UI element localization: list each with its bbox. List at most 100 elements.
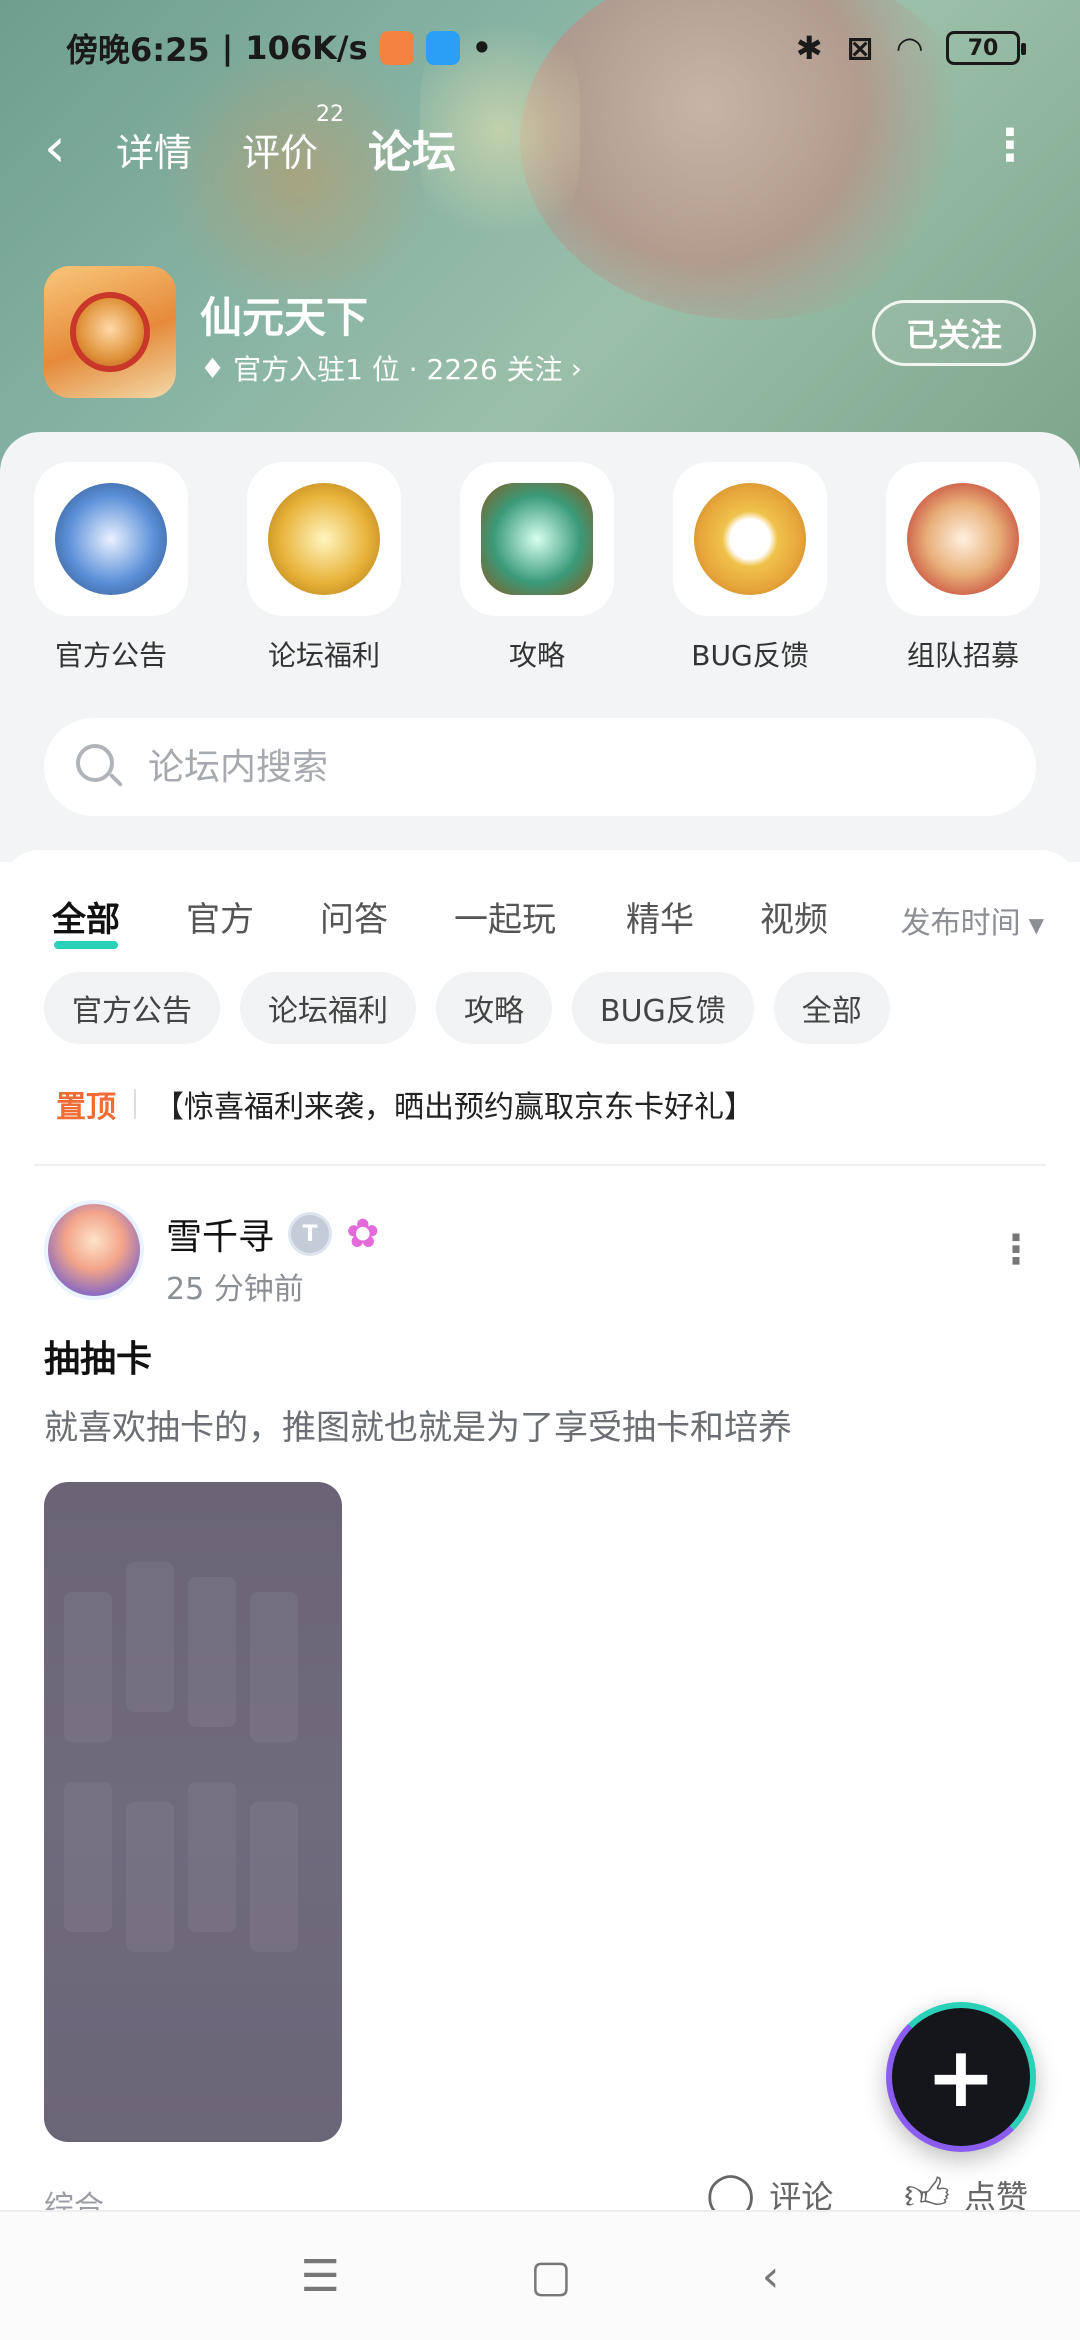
flower-badge-icon: ✿ [346,1211,380,1257]
pinned-tag: 置顶 [56,1090,116,1125]
post-more-button[interactable]: ⋮ [996,1230,1036,1270]
level-badge-icon: T [288,1212,333,1256]
status-time: 傍晚6:25 [66,31,210,69]
chip-bug-report[interactable]: BUG反馈 [572,972,754,1044]
category-tile [673,462,827,616]
system-nav-bar: ☰ ▢ ‹ [0,2210,1080,2340]
category-tile [460,462,614,616]
tab-video[interactable]: 视频 [760,892,828,941]
top-nav: ‹ 详情 评价 22 论坛 ⋮ [0,102,1080,190]
gourd-icon [907,483,1019,595]
golden-ring-icon [694,483,806,595]
category-guides[interactable]: 攻略 [452,462,622,674]
lantern-icon [481,483,593,595]
image-detail [188,1577,236,1727]
tab-details[interactable]: 详情 [116,122,192,177]
more-vertical-icon: ⋮ [996,1227,1036,1273]
image-detail [64,1592,112,1742]
game-icon[interactable] [44,266,176,398]
chip-guides[interactable]: 攻略 [436,972,552,1044]
post-title: 抽抽卡 [44,1339,153,1380]
tab-forum[interactable]: 论坛 [368,116,456,182]
game-meta[interactable]: ♦ 官方入驻1 位 · 2226 关注 › [200,348,582,388]
caret-down-icon: ▼ [1028,912,1044,937]
post-body: 就喜欢抽卡的，推图就也就是为了享受抽卡和培养 [44,1408,792,1448]
category-tile [886,462,1040,616]
category-official-notice[interactable]: 官方公告 [26,462,196,674]
image-detail [250,1802,298,1952]
dot-icon: • [471,29,493,67]
category-label: 组队招募 [906,639,1019,672]
category-tile [247,462,401,616]
chip-official-notice[interactable]: 官方公告 [44,972,220,1044]
post-image[interactable] [44,1482,342,2142]
review-count: 22 [316,102,345,127]
category-tile [34,462,188,616]
pinned-post[interactable]: 置顶 【惊喜福利来袭，晒出预约赢取京东卡好礼】 [56,1082,754,1126]
image-detail [64,1782,112,1932]
post-author[interactable]: 雪千寻 T ✿ [166,1208,380,1260]
battery-icon: 70 [946,31,1026,65]
feed-tabs: 全部 官方 问答 一起玩 精华 视频 发布时间 ▼ [0,880,1080,960]
search-bar[interactable] [44,718,1036,816]
tab-underline [54,941,118,949]
divider [34,1164,1046,1166]
tab-label: 官方 [186,900,254,940]
chip-forum-welfare[interactable]: 论坛福利 [240,972,416,1044]
tab-label: 精华 [626,900,694,940]
category-label: 攻略 [508,639,565,672]
back-icon[interactable]: ‹ [762,2251,780,2302]
post-time: 25 分钟前 [166,1272,304,1307]
money-bag-icon [268,483,380,595]
pinned-title: 【惊喜福利来袭，晒出预约赢取京东卡好礼】 [154,1090,754,1125]
image-detail [250,1592,298,1742]
create-post-button[interactable]: + [886,2002,1036,2152]
home-icon[interactable]: ▢ [530,2251,572,2302]
category-panel: 官方公告 论坛福利 攻略 BUG反馈 组队招募 [0,432,1080,862]
tab-label: 全部 [52,900,120,940]
chevron-left-icon: ‹ [44,116,66,179]
tab-qa[interactable]: 问答 [320,892,388,941]
filter-chips: 官方公告 论坛福利 攻略 BUG反馈 全部 [44,972,890,1044]
tab-reviews[interactable]: 评价 22 [242,102,344,177]
category-bug-report[interactable]: BUG反馈 [665,462,835,674]
chip-all[interactable]: 全部 [773,972,890,1044]
message-app-icon [425,31,460,65]
bluetooth-icon: ✱ [795,29,823,67]
tab-label: 一起玩 [454,900,556,940]
more-button[interactable]: ⋮ [988,124,1032,168]
search-input[interactable] [148,746,948,788]
category-label: BUG反馈 [691,639,809,672]
category-label: 论坛福利 [267,639,380,672]
username: 雪千寻 [166,1217,275,1258]
tab-label: 评价 [242,131,319,175]
separator [134,1089,136,1119]
category-forum-welfare[interactable]: 论坛福利 [239,462,409,674]
tab-label: 问答 [320,900,388,940]
game-title: 仙元天下 [200,293,369,342]
category-team-recruit[interactable]: 组队招募 [878,462,1048,674]
status-bar: 傍晚6:25 | 106K/s • ✱ ⊠ ◠ 70 [0,0,1080,96]
follow-button[interactable]: 已关注 [872,300,1036,366]
back-button[interactable]: ‹ [44,118,94,178]
category-label: 官方公告 [54,639,167,672]
chevron-right-icon: › [570,351,582,385]
tab-label: 论坛 [368,127,456,178]
image-detail [126,1562,174,1712]
avatar[interactable] [44,1200,144,1300]
tab-featured[interactable]: 精华 [626,892,694,941]
network-speed: 106K/s [245,29,368,67]
compass-icon [55,483,167,595]
game-meta-text: 官方入驻1 位 · 2226 关注 [233,353,563,386]
menu-icon[interactable]: ☰ [301,2251,340,2302]
tab-official[interactable]: 官方 [186,892,254,941]
tab-all[interactable]: 全部 [52,892,120,949]
sort-dropdown[interactable]: 发布时间 ▼ [901,898,1044,942]
plus-icon: + [925,2028,997,2126]
tab-play-together[interactable]: 一起玩 [454,892,556,941]
more-vertical-icon: ⋮ [988,120,1032,171]
sort-label: 发布时间 [900,906,1021,941]
search-icon [74,742,124,792]
tab-label: 视频 [760,900,828,940]
diamond-icon: ♦ [200,351,226,385]
